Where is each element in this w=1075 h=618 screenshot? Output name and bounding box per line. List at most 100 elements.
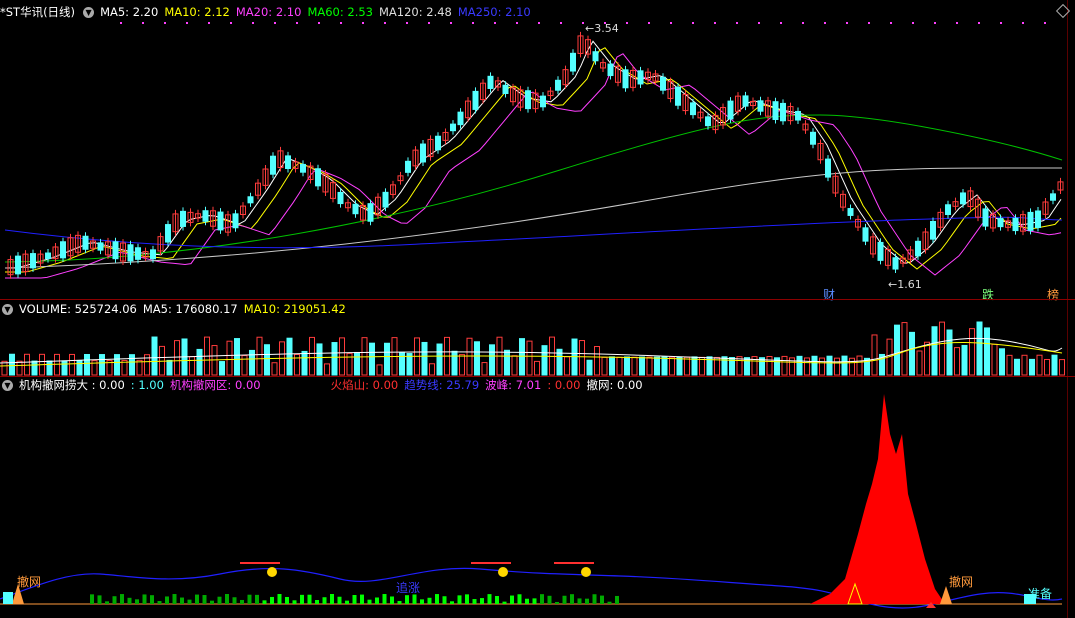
candle-body bbox=[487, 75, 494, 89]
signal-dot bbox=[1000, 22, 1002, 24]
candle-body bbox=[1035, 210, 1041, 229]
signal-bar bbox=[315, 600, 319, 604]
signal-bar bbox=[510, 595, 514, 604]
signal-bar bbox=[187, 599, 192, 604]
ma20-value: MA20: 2.10 bbox=[235, 5, 302, 19]
indicator-header: ▼ 机构撤网捞大 : 0.00 : 1.00 机构撤网区: 0.00 火焰山: … bbox=[0, 377, 649, 393]
candle-body bbox=[247, 196, 254, 204]
volume-bar bbox=[46, 360, 53, 376]
tag-bang[interactable]: 榜 bbox=[1047, 286, 1059, 303]
signal-dot bbox=[362, 22, 364, 24]
signal-bar bbox=[397, 600, 402, 604]
volume-bar bbox=[31, 360, 38, 376]
candle-body bbox=[165, 224, 171, 243]
indicator-4: 火焰山: 0.00 bbox=[330, 378, 399, 392]
signal-bar bbox=[352, 595, 357, 604]
candle-body bbox=[607, 63, 614, 77]
candle-body bbox=[742, 95, 749, 107]
signal-bar bbox=[322, 597, 327, 604]
volume-bar bbox=[234, 338, 240, 376]
volume-bar bbox=[264, 344, 270, 376]
signal-bar bbox=[487, 594, 492, 604]
indicator-chart[interactable] bbox=[0, 394, 1067, 618]
signal-bar bbox=[225, 594, 229, 604]
volume-bar bbox=[1029, 358, 1035, 376]
signal-dot bbox=[560, 22, 562, 24]
volume-bar bbox=[564, 356, 570, 376]
signal-dot bbox=[296, 22, 298, 24]
volume-bar bbox=[834, 357, 840, 376]
signal-bar bbox=[202, 595, 207, 604]
candle-body bbox=[705, 116, 711, 127]
volume-bar bbox=[1044, 358, 1050, 376]
signal-bar bbox=[232, 597, 237, 604]
price-chart[interactable]: ←3.54 ←1.61 bbox=[0, 20, 1067, 300]
volume-bar bbox=[354, 351, 360, 376]
candle-body bbox=[150, 249, 156, 260]
signal-dot bbox=[120, 22, 122, 24]
volume-bar bbox=[526, 340, 533, 376]
signal-bar bbox=[345, 600, 349, 604]
volume-value: VOLUME: 525724.06 bbox=[19, 302, 137, 316]
signal-bar bbox=[285, 596, 289, 604]
signal-bar bbox=[375, 597, 379, 604]
tag-cai[interactable]: 财 bbox=[823, 286, 835, 303]
volume-bar bbox=[429, 363, 435, 376]
volume-bar bbox=[174, 340, 180, 376]
signal-dot bbox=[648, 22, 650, 24]
signal-bar bbox=[472, 599, 477, 604]
signal-bar bbox=[525, 598, 529, 604]
volume-bar bbox=[601, 356, 608, 376]
volume-ma5: MA5: 176080.17 bbox=[142, 302, 238, 316]
candle-body bbox=[772, 101, 779, 121]
ma5-line bbox=[5, 40, 1062, 269]
signal-bar bbox=[360, 594, 364, 604]
volume-bar bbox=[849, 357, 855, 376]
candle-body bbox=[892, 257, 899, 270]
text-chewang-left: 撤网 bbox=[17, 575, 42, 589]
tag-die[interactable]: 跌 bbox=[982, 286, 994, 303]
candle-body bbox=[540, 95, 546, 108]
indicator-3: 机构撤网区: 0.00 bbox=[169, 378, 261, 392]
volume-bar bbox=[474, 341, 480, 376]
volume-bar bbox=[196, 348, 203, 376]
ma60-line bbox=[4, 114, 1063, 263]
signal-bar bbox=[337, 596, 342, 604]
volume-bar bbox=[541, 345, 548, 376]
volume-collapse-icon[interactable]: ▼ bbox=[2, 303, 13, 315]
ma5-value: MA5: 2.20 bbox=[100, 5, 159, 19]
signal-dot bbox=[890, 22, 892, 24]
signal-bar bbox=[517, 594, 522, 604]
volume-bar bbox=[654, 356, 660, 376]
signal-bar bbox=[427, 597, 432, 604]
chart-title: *ST华讯(日线) bbox=[0, 5, 76, 19]
candle-body bbox=[202, 210, 209, 222]
signal-bar bbox=[592, 594, 597, 604]
signal-dot bbox=[450, 22, 452, 24]
volume-bar bbox=[969, 328, 975, 376]
candle-body bbox=[825, 158, 831, 178]
main-header: *ST华讯(日线) ▼ MA5: 2.20 MA10: 2.12 MA20: 2… bbox=[0, 4, 537, 20]
volume-bar bbox=[129, 354, 135, 376]
indicator-2: : 1.00 bbox=[130, 378, 164, 392]
signal-bar bbox=[172, 594, 177, 604]
indicator-collapse-icon[interactable]: ▼ bbox=[2, 379, 13, 391]
candle-body bbox=[300, 163, 306, 173]
candle-body bbox=[315, 168, 321, 187]
signal-bar bbox=[540, 594, 544, 604]
text-zhunbei: 准备 bbox=[1028, 587, 1053, 601]
signal-bar bbox=[367, 599, 372, 604]
volume-bar bbox=[286, 337, 293, 376]
volume-bar bbox=[376, 364, 383, 376]
signal-bar bbox=[255, 594, 259, 604]
volume-chart[interactable] bbox=[0, 318, 1067, 376]
signal-dot bbox=[340, 22, 342, 24]
candle-body bbox=[982, 208, 989, 227]
volume-bar bbox=[624, 356, 630, 376]
volume-bar bbox=[421, 341, 428, 376]
collapse-icon[interactable]: ▼ bbox=[83, 6, 95, 18]
signal-dot bbox=[186, 22, 188, 24]
volume-bar bbox=[84, 353, 90, 376]
signal-bar bbox=[405, 595, 409, 604]
volume-bar bbox=[796, 355, 803, 376]
